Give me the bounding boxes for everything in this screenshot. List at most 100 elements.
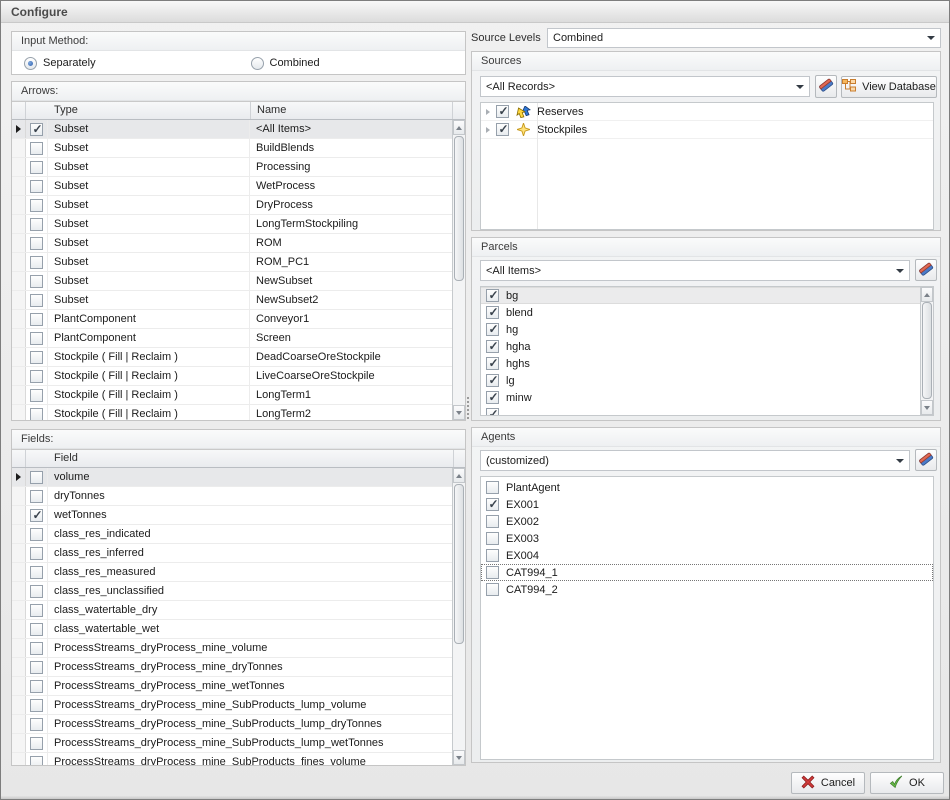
- row-checkbox-cell[interactable]: [26, 329, 48, 347]
- table-row[interactable]: volume: [12, 468, 452, 487]
- scroll-down-icon[interactable]: [453, 750, 465, 765]
- source-levels-combo[interactable]: Combined: [547, 28, 941, 48]
- sources-clear-filter-button[interactable]: [815, 75, 837, 98]
- table-row[interactable]: class_res_indicated: [12, 525, 452, 544]
- checkbox-icon[interactable]: [486, 408, 499, 415]
- row-checkbox-cell[interactable]: [26, 310, 48, 328]
- table-row[interactable]: SubsetNewSubset: [12, 272, 452, 291]
- expand-arrow-icon[interactable]: [486, 127, 490, 133]
- sources-filter-combo[interactable]: <All Records>: [480, 76, 810, 97]
- row-checkbox-cell[interactable]: [26, 158, 48, 176]
- row-checkbox-cell[interactable]: [26, 582, 48, 600]
- pane-splitter-grip[interactable]: [467, 397, 470, 419]
- scroll-down-icon[interactable]: [921, 400, 933, 415]
- row-checkbox-cell[interactable]: [26, 348, 48, 366]
- table-row[interactable]: class_watertable_dry: [12, 601, 452, 620]
- row-checkbox-cell[interactable]: [26, 120, 48, 138]
- row-checkbox-cell[interactable]: [26, 215, 48, 233]
- row-checkbox-cell[interactable]: [26, 601, 48, 619]
- list-item[interactable]: CAT994_1: [481, 564, 933, 581]
- table-row[interactable]: ProcessStreams_dryProcess_mine_SubProduc…: [12, 696, 452, 715]
- table-row[interactable]: SubsetProcessing: [12, 158, 452, 177]
- arrows-scrollbar[interactable]: [452, 120, 465, 420]
- name-column-header[interactable]: Name: [251, 102, 453, 119]
- checkbox-icon[interactable]: [486, 532, 499, 545]
- checkbox-icon[interactable]: [486, 481, 499, 494]
- checkbox-icon[interactable]: [486, 306, 499, 319]
- parcels-filter-combo[interactable]: <All Items>: [480, 260, 910, 281]
- scroll-up-icon[interactable]: [453, 468, 465, 483]
- row-checkbox-cell[interactable]: [26, 367, 48, 385]
- table-row[interactable]: ProcessStreams_dryProcess_mine_SubProduc…: [12, 715, 452, 734]
- row-checkbox-cell[interactable]: [26, 696, 48, 714]
- list-item[interactable]: blend: [481, 304, 920, 321]
- list-item[interactable]: lg: [481, 372, 920, 389]
- list-item[interactable]: CAT994_2: [481, 581, 933, 598]
- row-checkbox-cell[interactable]: [26, 253, 48, 271]
- view-database-button[interactable]: View Database: [841, 76, 937, 98]
- table-row[interactable]: SubsetLongTermStockpiling: [12, 215, 452, 234]
- table-row[interactable]: class_res_unclassified: [12, 582, 452, 601]
- list-item[interactable]: EX001: [481, 496, 933, 513]
- table-row[interactable]: ProcessStreams_dryProcess_mine_volume: [12, 639, 452, 658]
- checkbox-icon[interactable]: [496, 123, 509, 136]
- field-column-header[interactable]: Field: [26, 450, 453, 467]
- row-checkbox-cell[interactable]: [26, 525, 48, 543]
- row-checkbox-cell[interactable]: [26, 196, 48, 214]
- list-item[interactable]: PlantAgent: [481, 479, 933, 496]
- table-row[interactable]: class_res_inferred: [12, 544, 452, 563]
- row-checkbox-cell[interactable]: [26, 734, 48, 752]
- tree-row[interactable]: Reserves: [481, 103, 933, 121]
- table-row[interactable]: Subset<All Items>: [12, 120, 452, 139]
- checkbox-icon[interactable]: [486, 515, 499, 528]
- row-checkbox-cell[interactable]: [26, 487, 48, 505]
- row-checkbox-cell[interactable]: [26, 677, 48, 695]
- checkbox-icon[interactable]: [486, 391, 499, 404]
- row-checkbox-cell[interactable]: [26, 139, 48, 157]
- scrollbar-thumb[interactable]: [454, 484, 464, 644]
- list-item[interactable]: hgha: [481, 338, 920, 355]
- checkbox-icon[interactable]: [486, 498, 499, 511]
- row-checkbox-cell[interactable]: [26, 658, 48, 676]
- ok-button[interactable]: OK: [870, 772, 944, 794]
- list-item[interactable]: EX004: [481, 547, 933, 564]
- type-column-header[interactable]: Type: [26, 102, 251, 119]
- row-checkbox-cell[interactable]: [26, 620, 48, 638]
- parcels-clear-filter-button[interactable]: [915, 259, 937, 281]
- table-row[interactable]: PlantComponentScreen: [12, 329, 452, 348]
- list-item[interactable]: hg: [481, 321, 920, 338]
- row-checkbox-cell[interactable]: [26, 386, 48, 404]
- checkbox-icon[interactable]: [496, 105, 509, 118]
- table-row[interactable]: ProcessStreams_dryProcess_mine_SubProduc…: [12, 734, 452, 753]
- tree-row[interactable]: Stockpiles: [481, 121, 933, 139]
- radio-option-combined[interactable]: Combined: [239, 57, 466, 70]
- row-checkbox-cell[interactable]: [26, 291, 48, 309]
- agents-clear-filter-button[interactable]: [915, 449, 937, 471]
- table-row[interactable]: Stockpile ( Fill | Reclaim )LongTerm1: [12, 386, 452, 405]
- row-checkbox-cell[interactable]: [26, 405, 48, 420]
- row-checkbox-cell[interactable]: [26, 563, 48, 581]
- scroll-down-icon[interactable]: [453, 405, 465, 420]
- row-checkbox-cell[interactable]: [26, 272, 48, 290]
- row-checkbox-cell[interactable]: [26, 715, 48, 733]
- table-row[interactable]: Stockpile ( Fill | Reclaim )DeadCoarseOr…: [12, 348, 452, 367]
- expand-arrow-icon[interactable]: [486, 109, 490, 115]
- table-row[interactable]: dryTonnes: [12, 487, 452, 506]
- checkbox-icon[interactable]: [486, 340, 499, 353]
- row-checkbox-cell[interactable]: [26, 468, 48, 486]
- list-item[interactable]: [481, 406, 920, 415]
- checkbox-icon[interactable]: [486, 357, 499, 370]
- radio-option-separately[interactable]: Separately: [12, 57, 239, 70]
- list-item[interactable]: bg: [481, 287, 920, 304]
- table-row[interactable]: SubsetBuildBlends: [12, 139, 452, 158]
- checkbox-icon[interactable]: [486, 549, 499, 562]
- table-row[interactable]: wetTonnes: [12, 506, 452, 525]
- row-checkbox-cell[interactable]: [26, 753, 48, 765]
- table-row[interactable]: SubsetWetProcess: [12, 177, 452, 196]
- cancel-button[interactable]: Cancel: [791, 772, 865, 794]
- table-row[interactable]: class_watertable_wet: [12, 620, 452, 639]
- row-checkbox-cell[interactable]: [26, 177, 48, 195]
- list-item[interactable]: EX002: [481, 513, 933, 530]
- scrollbar-thumb[interactable]: [922, 302, 932, 399]
- agents-filter-combo[interactable]: (customized): [480, 450, 910, 471]
